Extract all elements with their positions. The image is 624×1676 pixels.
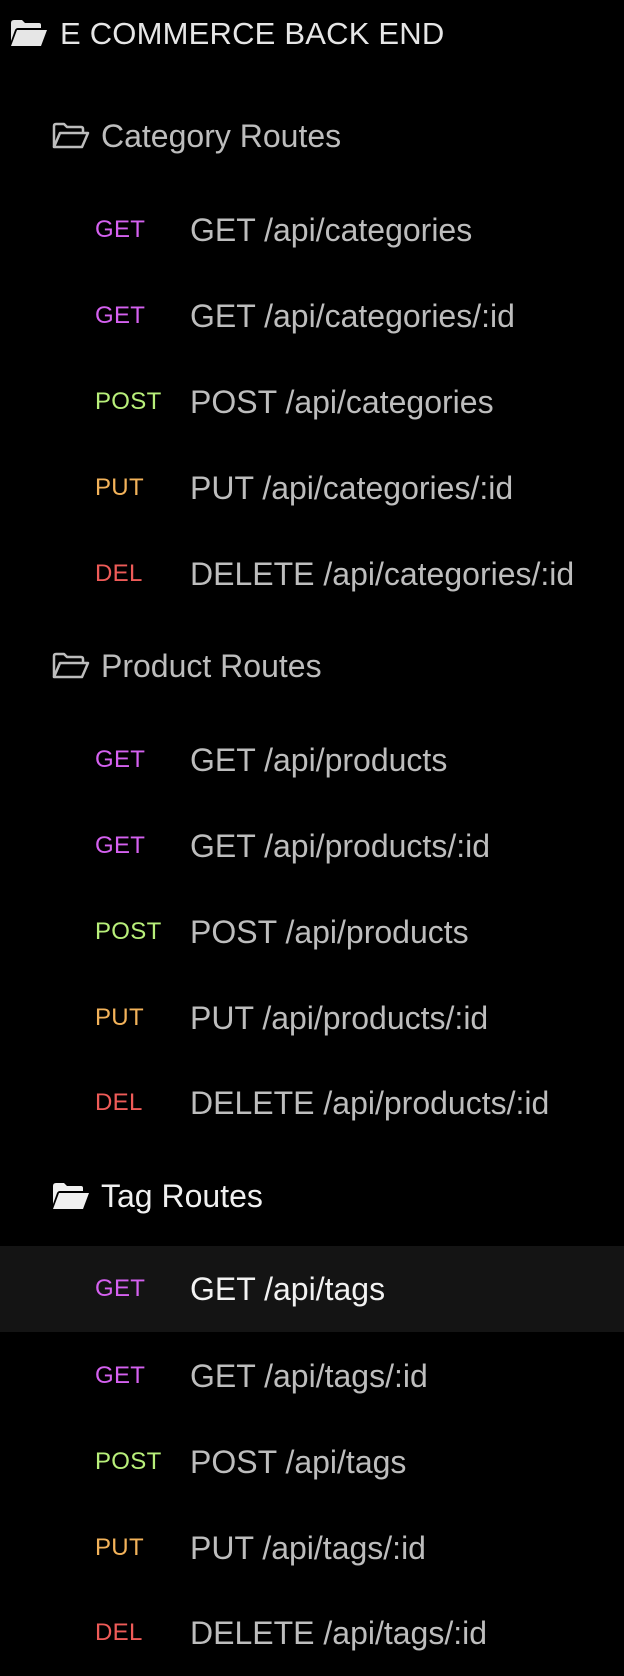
route-item[interactable]: GET GET /api/categories/:id — [0, 273, 624, 359]
route-item[interactable]: GET GET /api/products — [0, 717, 624, 803]
route-name: POST /api/categories — [190, 384, 494, 420]
method-badge: POST — [95, 918, 162, 945]
method-badge: GET — [95, 302, 146, 329]
method-badge: GET — [95, 216, 146, 243]
route-name: PUT /api/categories/:id — [190, 470, 514, 506]
route-item[interactable]: PUT PUT /api/tags/:id — [0, 1505, 624, 1591]
route-name: GET /api/tags — [190, 1271, 386, 1307]
route-name: GET /api/products/:id — [190, 828, 490, 864]
folder-outline-icon — [52, 652, 90, 680]
method-badge: GET — [95, 746, 146, 773]
folder-category-routes[interactable]: Category Routes — [0, 102, 624, 170]
method-badge: DEL — [95, 1089, 143, 1116]
collection-title: E COMMERCE BACK END — [60, 16, 445, 51]
method-badge: DEL — [95, 560, 143, 587]
route-name: GET /api/categories/:id — [190, 298, 515, 334]
folder-label: Product Routes — [101, 648, 322, 684]
route-item[interactable]: POST POST /api/products — [0, 889, 624, 975]
route-name: DELETE /api/tags/:id — [190, 1615, 488, 1651]
method-badge: PUT — [95, 1534, 144, 1561]
route-name: POST /api/products — [190, 914, 469, 950]
route-name: GET /api/products — [190, 742, 448, 778]
method-badge: PUT — [95, 1004, 144, 1031]
route-item-selected[interactable]: GET GET /api/tags — [0, 1246, 624, 1332]
folder-outline-icon — [52, 122, 90, 150]
route-item[interactable]: GET GET /api/products/:id — [0, 803, 624, 889]
route-name: PUT /api/tags/:id — [190, 1530, 426, 1566]
folder-product-routes[interactable]: Product Routes — [0, 632, 624, 700]
folder-tag-routes[interactable]: Tag Routes — [0, 1162, 624, 1230]
folder-open-icon — [52, 1182, 90, 1210]
route-name: GET /api/tags/:id — [190, 1358, 428, 1394]
route-item[interactable]: DEL DELETE /api/products/:id — [0, 1060, 624, 1146]
folder-open-icon — [10, 19, 48, 47]
route-name: POST /api/tags — [190, 1444, 407, 1480]
method-badge: GET — [95, 832, 146, 859]
route-item[interactable]: POST POST /api/categories — [0, 359, 624, 445]
route-item[interactable]: GET GET /api/tags/:id — [0, 1333, 624, 1419]
route-name: GET /api/categories — [190, 212, 473, 248]
route-name: DELETE /api/categories/:id — [190, 556, 575, 592]
method-badge: DEL — [95, 1619, 143, 1646]
route-item[interactable]: POST POST /api/tags — [0, 1419, 624, 1505]
collection-header[interactable]: E COMMERCE BACK END — [0, 0, 624, 68]
method-badge: GET — [95, 1362, 146, 1389]
folder-label: Tag Routes — [101, 1178, 263, 1214]
route-item[interactable]: DEL DELETE /api/categories/:id — [0, 531, 624, 617]
route-item[interactable]: PUT PUT /api/categories/:id — [0, 445, 624, 531]
route-name: PUT /api/products/:id — [190, 1000, 489, 1036]
route-item[interactable]: GET GET /api/categories — [0, 187, 624, 273]
method-badge: POST — [95, 1448, 162, 1475]
method-badge: PUT — [95, 474, 144, 501]
route-item[interactable]: PUT PUT /api/products/:id — [0, 975, 624, 1061]
route-name: DELETE /api/products/:id — [190, 1085, 550, 1121]
method-badge: POST — [95, 388, 162, 415]
method-badge: GET — [95, 1275, 146, 1302]
folder-label: Category Routes — [101, 118, 342, 154]
route-item[interactable]: DEL DELETE /api/tags/:id — [0, 1590, 624, 1676]
